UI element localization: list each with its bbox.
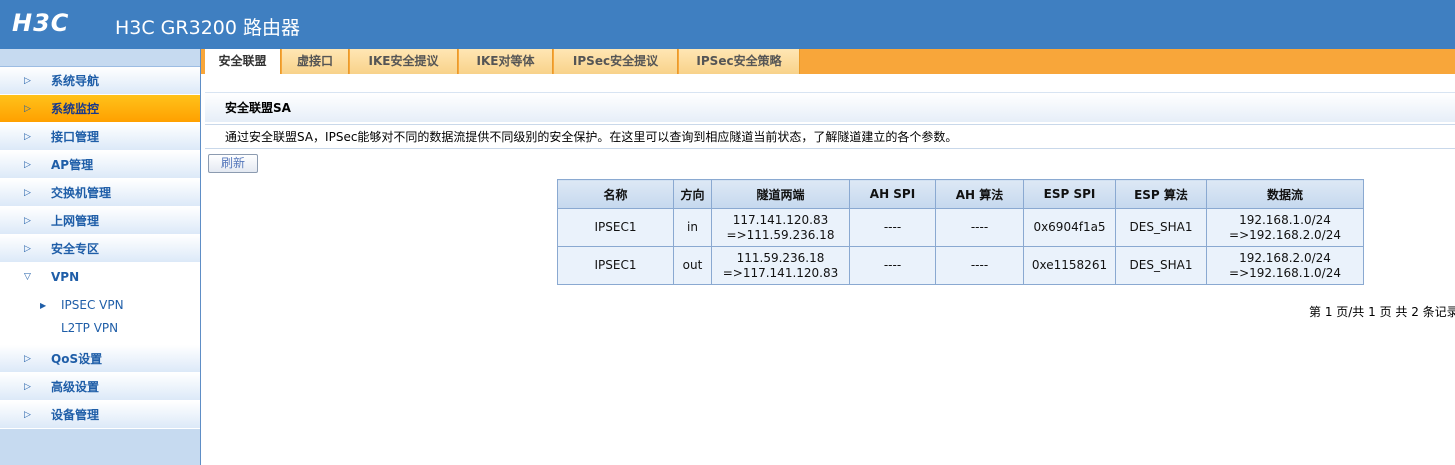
vpn-submenu: ▶ IPSEC VPN L2TP VPN <box>0 291 200 345</box>
column-header-name: 名称 <box>557 179 674 209</box>
cell-ah-spi: ---- <box>849 246 936 285</box>
table-header-row: 名称 方向 隧道两端 AH SPI AH 算法 ESP SPI ESP 算法 数… <box>557 179 1364 209</box>
flow-source: 192.168.1.0/24 <box>1239 212 1331 227</box>
flow-source: 192.168.2.0/24 <box>1239 250 1331 265</box>
sidebar-item-device[interactable]: ▷ 设备管理 <box>0 401 200 429</box>
column-header-esp-spi: ESP SPI <box>1023 179 1116 209</box>
flow-dest: =>192.168.1.0/24 <box>1229 265 1341 280</box>
sidebar-item-label: 安全专区 <box>51 242 100 256</box>
expand-arrow-icon: ▷ <box>24 216 31 226</box>
expand-arrow-icon: ▷ <box>24 76 31 86</box>
sidebar-item-label: 高级设置 <box>51 380 100 394</box>
cell-tunnel: 117.141.120.83 =>111.59.236.18 <box>711 208 850 247</box>
sidebar-item-label: 系统监控 <box>51 102 100 116</box>
product-title: H3C GR3200 路由器 <box>115 17 300 39</box>
expand-arrow-icon: ▷ <box>24 410 31 420</box>
cell-direction: in <box>673 208 712 247</box>
cell-ah-alg: ---- <box>935 246 1024 285</box>
sidebar-item-vpn[interactable]: ▽ VPN <box>0 263 200 291</box>
table-row: IPSEC1 in 117.141.120.83 =>111.59.236.18 … <box>557 208 1364 247</box>
tab-ike-peer[interactable]: IKE对等体 <box>459 49 553 74</box>
tab-bar: 安全联盟 虚接口 IKE安全提议 IKE对等体 IPSec安全提议 IPSec安… <box>201 49 1455 74</box>
sidebar-item-system-monitor[interactable]: ▷ 系统监控 <box>0 95 200 123</box>
sidebar-item-switch[interactable]: ▷ 交换机管理 <box>0 179 200 207</box>
sidebar-item-system-nav[interactable]: ▷ 系统导航 <box>0 67 200 95</box>
tunnel-local: 117.141.120.83 <box>732 212 829 227</box>
sidebar-item-label: 设备管理 <box>51 408 100 422</box>
section-title: 安全联盟SA <box>205 92 1455 122</box>
expand-arrow-icon: ▷ <box>24 160 31 170</box>
sidebar-item-security[interactable]: ▷ 安全专区 <box>0 235 200 263</box>
sidebar-item-label: VPN <box>51 270 80 284</box>
cell-esp-spi: 0xe1158261 <box>1023 246 1116 285</box>
tab-security-association[interactable]: 安全联盟 <box>205 49 281 74</box>
sidebar-item-label: 上网管理 <box>51 214 100 228</box>
refresh-button[interactable]: 刷新 <box>208 154 258 173</box>
tunnel-local: 111.59.236.18 <box>736 250 825 265</box>
pagination-info: 第 1 页/共 1 页 共 2 条记录 <box>1309 305 1455 319</box>
collapse-arrow-icon: ▽ <box>24 272 31 282</box>
submenu-item-label: IPSEC VPN <box>61 298 124 312</box>
sidebar-item-label: 接口管理 <box>51 130 100 144</box>
section-description: 通过安全联盟SA，IPSec能够对不同的数据流提供不同级别的安全保护。在这里可以… <box>205 124 1455 149</box>
sidebar-item-label: AP管理 <box>51 158 94 172</box>
sidebar-item-ap[interactable]: ▷ AP管理 <box>0 151 200 179</box>
cell-ah-alg: ---- <box>935 208 1024 247</box>
table-row: IPSEC1 out 111.59.236.18 =>117.141.120.83… <box>557 246 1364 285</box>
tab-ipsec-policy[interactable]: IPSec安全策略 <box>679 49 800 74</box>
expand-arrow-icon: ▷ <box>24 104 31 114</box>
cell-name: IPSEC1 <box>557 246 674 285</box>
main-content: 安全联盟SA 通过安全联盟SA，IPSec能够对不同的数据流提供不同级别的安全保… <box>201 74 1455 465</box>
sidebar-item-interface[interactable]: ▷ 接口管理 <box>0 123 200 151</box>
sidebar-item-advanced[interactable]: ▷ 高级设置 <box>0 373 200 401</box>
expand-arrow-icon: ▷ <box>24 188 31 198</box>
tunnel-remote: =>117.141.120.83 <box>722 265 839 280</box>
submenu-item-label: L2TP VPN <box>61 321 119 335</box>
sidebar-item-internet[interactable]: ▷ 上网管理 <box>0 207 200 235</box>
bullet-icon: ▶ <box>40 301 47 310</box>
column-header-direction: 方向 <box>673 179 712 209</box>
sidebar-top-strip <box>0 49 200 67</box>
cell-direction: out <box>673 246 712 285</box>
sidebar-item-label: QoS设置 <box>51 352 103 366</box>
tunnel-remote: =>111.59.236.18 <box>726 227 835 242</box>
sa-table: 名称 方向 隧道两端 AH SPI AH 算法 ESP SPI ESP 算法 数… <box>557 179 1364 285</box>
column-header-tunnel: 隧道两端 <box>711 179 850 209</box>
cell-esp-alg: DES_SHA1 <box>1115 246 1207 285</box>
column-header-ah-spi: AH SPI <box>849 179 936 209</box>
submenu-item-ipsec-vpn[interactable]: ▶ IPSEC VPN <box>0 294 200 317</box>
cell-ah-spi: ---- <box>849 208 936 247</box>
tab-ipsec-proposal[interactable]: IPSec安全提议 <box>554 49 678 74</box>
expand-arrow-icon: ▷ <box>24 132 31 142</box>
expand-arrow-icon: ▷ <box>24 382 31 392</box>
flow-dest: =>192.168.2.0/24 <box>1229 227 1341 242</box>
sidebar-item-label: 交换机管理 <box>51 186 112 200</box>
tab-virtual-interface[interactable]: 虚接口 <box>282 49 349 74</box>
expand-arrow-icon: ▷ <box>24 244 31 254</box>
cell-esp-alg: DES_SHA1 <box>1115 208 1207 247</box>
cell-tunnel: 111.59.236.18 =>117.141.120.83 <box>711 246 850 285</box>
cell-name: IPSEC1 <box>557 208 674 247</box>
column-header-esp-alg: ESP 算法 <box>1115 179 1207 209</box>
h3c-logo: H3C <box>12 9 70 37</box>
sidebar-item-label: 系统导航 <box>51 74 100 88</box>
tab-ike-proposal[interactable]: IKE安全提议 <box>350 49 458 74</box>
column-header-flow: 数据流 <box>1206 179 1364 209</box>
submenu-item-l2tp-vpn[interactable]: L2TP VPN <box>0 317 200 340</box>
cell-flow: 192.168.1.0/24 =>192.168.2.0/24 <box>1206 208 1364 247</box>
app-header: H3C H3C GR3200 路由器 <box>0 0 1455 49</box>
sidebar: ▷ 系统导航 ▷ 系统监控 ▷ 接口管理 ▷ AP管理 ▷ 交换机管理 ▷ 上网管理 ▷ 安全… <box>0 49 201 465</box>
sidebar-item-qos[interactable]: ▷ QoS设置 <box>0 345 200 373</box>
cell-esp-spi: 0x6904f1a5 <box>1023 208 1116 247</box>
column-header-ah-alg: AH 算法 <box>935 179 1024 209</box>
cell-flow: 192.168.2.0/24 =>192.168.1.0/24 <box>1206 246 1364 285</box>
expand-arrow-icon: ▷ <box>24 354 31 364</box>
